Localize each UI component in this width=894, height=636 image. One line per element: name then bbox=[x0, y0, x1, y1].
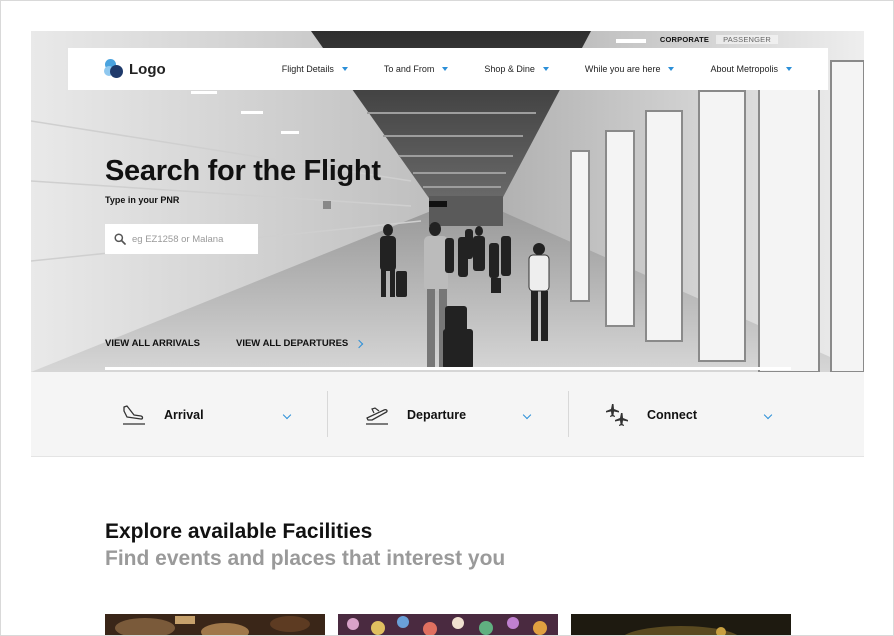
tab-departure-label: Departure bbox=[407, 407, 467, 422]
tab-departure[interactable]: Departure bbox=[364, 372, 542, 457]
chevron-down-icon bbox=[763, 410, 773, 420]
logo[interactable]: Logo bbox=[104, 59, 166, 79]
facilities-title: Explore available Facilities bbox=[105, 520, 373, 543]
logo-icon bbox=[104, 59, 124, 79]
facilities-subtitle: Find events and places that interest you bbox=[105, 547, 506, 570]
corporate-link[interactable]: CORPORATE bbox=[653, 35, 716, 44]
chevron-down-icon bbox=[282, 410, 292, 420]
caret-down-icon bbox=[786, 67, 792, 71]
tab-divider bbox=[568, 391, 569, 437]
main-navbar: Logo Flight Details To and From Shop & D… bbox=[68, 48, 828, 90]
view-all-departures-label: VIEW ALL DEPARTURES bbox=[236, 338, 349, 349]
facility-card[interactable] bbox=[571, 614, 791, 635]
pnr-search-box bbox=[105, 224, 258, 254]
nav-menu: Flight Details To and From Shop & Dine W… bbox=[282, 48, 792, 90]
view-all-arrivals-link[interactable]: VIEW ALL ARRIVALS bbox=[105, 338, 200, 349]
nav-item-label: Flight Details bbox=[281, 64, 334, 74]
nav-item-label: About Metropolis bbox=[710, 64, 778, 74]
caret-down-icon bbox=[442, 67, 449, 71]
logo-text: Logo bbox=[129, 60, 166, 78]
page-frame: CORPORATE PASSENGER Logo Flight Details … bbox=[0, 0, 894, 636]
plane-takeoff-icon bbox=[366, 406, 388, 425]
hero-bottom-line bbox=[105, 367, 791, 370]
nav-item-to-and-from[interactable]: To and From bbox=[384, 64, 449, 74]
flight-tabs: Arrival Departure Connect bbox=[31, 372, 864, 457]
hero-subtitle: Type in your PNR bbox=[105, 195, 180, 205]
tab-arrival-label: Arrival bbox=[164, 407, 204, 422]
facility-card-image bbox=[338, 614, 558, 635]
hero-links: VIEW ALL ARRIVALS VIEW ALL DEPARTURES bbox=[105, 338, 364, 349]
connecting-flights-icon bbox=[606, 403, 628, 426]
nav-item-label: Shop & Dine bbox=[484, 64, 535, 74]
search-icon bbox=[114, 233, 126, 245]
passenger-link[interactable]: PASSENGER bbox=[716, 35, 778, 44]
hero-banner: CORPORATE PASSENGER Logo Flight Details … bbox=[31, 31, 864, 372]
caret-down-icon bbox=[542, 67, 549, 71]
pnr-search-input[interactable] bbox=[132, 233, 247, 245]
plane-landing-icon bbox=[123, 404, 145, 425]
tab-divider bbox=[327, 391, 328, 437]
tab-connect[interactable]: Connect bbox=[604, 372, 782, 457]
tab-connect-label: Connect bbox=[647, 407, 697, 422]
nav-item-label: While you are here bbox=[584, 64, 661, 74]
nav-item-flight-details[interactable]: Flight Details bbox=[282, 64, 348, 74]
audience-switch: CORPORATE PASSENGER bbox=[653, 35, 778, 44]
facility-card-image bbox=[105, 614, 325, 635]
nav-item-while-you-are-here[interactable]: While you are here bbox=[585, 64, 675, 74]
caret-down-icon bbox=[668, 67, 675, 71]
facility-card[interactable] bbox=[338, 614, 558, 635]
nav-item-about-metropolis[interactable]: About Metropolis bbox=[710, 64, 792, 74]
chevron-down-icon bbox=[522, 410, 532, 420]
tab-arrival[interactable]: Arrival bbox=[121, 372, 299, 457]
hero-title: Search for the Flight bbox=[105, 155, 381, 187]
nav-item-shop-and-dine[interactable]: Shop & Dine bbox=[484, 64, 549, 74]
view-all-arrivals-label: VIEW ALL ARRIVALS bbox=[105, 338, 200, 349]
caret-down-icon bbox=[341, 67, 348, 71]
nav-item-label: To and From bbox=[383, 64, 435, 74]
facility-card[interactable] bbox=[105, 614, 325, 635]
facility-card-image bbox=[571, 614, 791, 635]
chevron-right-icon bbox=[355, 339, 364, 348]
view-all-departures-link[interactable]: VIEW ALL DEPARTURES bbox=[236, 338, 364, 349]
